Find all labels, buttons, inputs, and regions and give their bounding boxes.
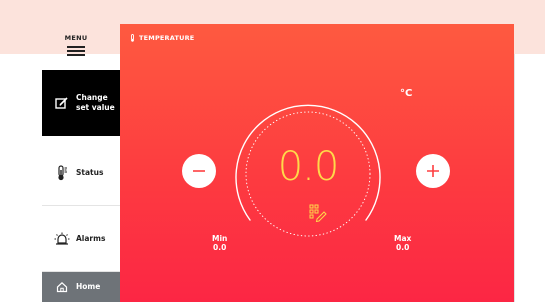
increase-button[interactable] [416, 154, 450, 188]
decrease-button[interactable] [182, 154, 216, 188]
sidebar-item-label: Home [76, 282, 101, 291]
sidebar-item-label: Change set value [76, 93, 115, 112]
max-block: Max 0.0 [394, 234, 411, 252]
home-icon [54, 279, 70, 295]
sidebar-item-label: Alarms [76, 233, 106, 243]
plus-icon [427, 165, 439, 177]
alarm-icon [54, 231, 70, 247]
max-label: Max [394, 234, 412, 243]
panel-title-text: TEMPERATURE [139, 34, 195, 42]
sidebar-item-alarms[interactable]: Alarms [42, 206, 120, 272]
sidebar: MENU Change set value Status Alarms Home [42, 24, 128, 302]
keypad-edit-icon[interactable] [309, 204, 327, 226]
menu-label: MENU [64, 34, 88, 43]
hamburger-icon [67, 44, 85, 58]
min-label: Min [212, 234, 228, 243]
device-edge [514, 54, 515, 302]
edit-icon [54, 95, 70, 111]
unit-label: °C [400, 88, 413, 99]
thermometer-small-icon [131, 34, 134, 42]
menu-button[interactable]: MENU [42, 24, 120, 68]
min-block: Min 0.0 [212, 234, 227, 252]
panel-title: TEMPERATURE [130, 34, 194, 42]
sidebar-item-change-set-value[interactable]: Change set value [42, 70, 128, 136]
max-value: 0.0 [396, 243, 410, 252]
temperature-panel: TEMPERATURE °C 0.0 Min 0.0 Max 0.0 [120, 24, 514, 302]
thermometer-icon [54, 164, 70, 181]
sidebar-item-home[interactable]: Home [42, 272, 120, 302]
sidebar-item-label: Status [76, 167, 104, 177]
minus-icon [193, 170, 205, 172]
min-value: 0.0 [213, 243, 227, 252]
setpoint-value: 0.0 [277, 144, 340, 190]
sidebar-item-status[interactable]: Status [42, 140, 120, 206]
